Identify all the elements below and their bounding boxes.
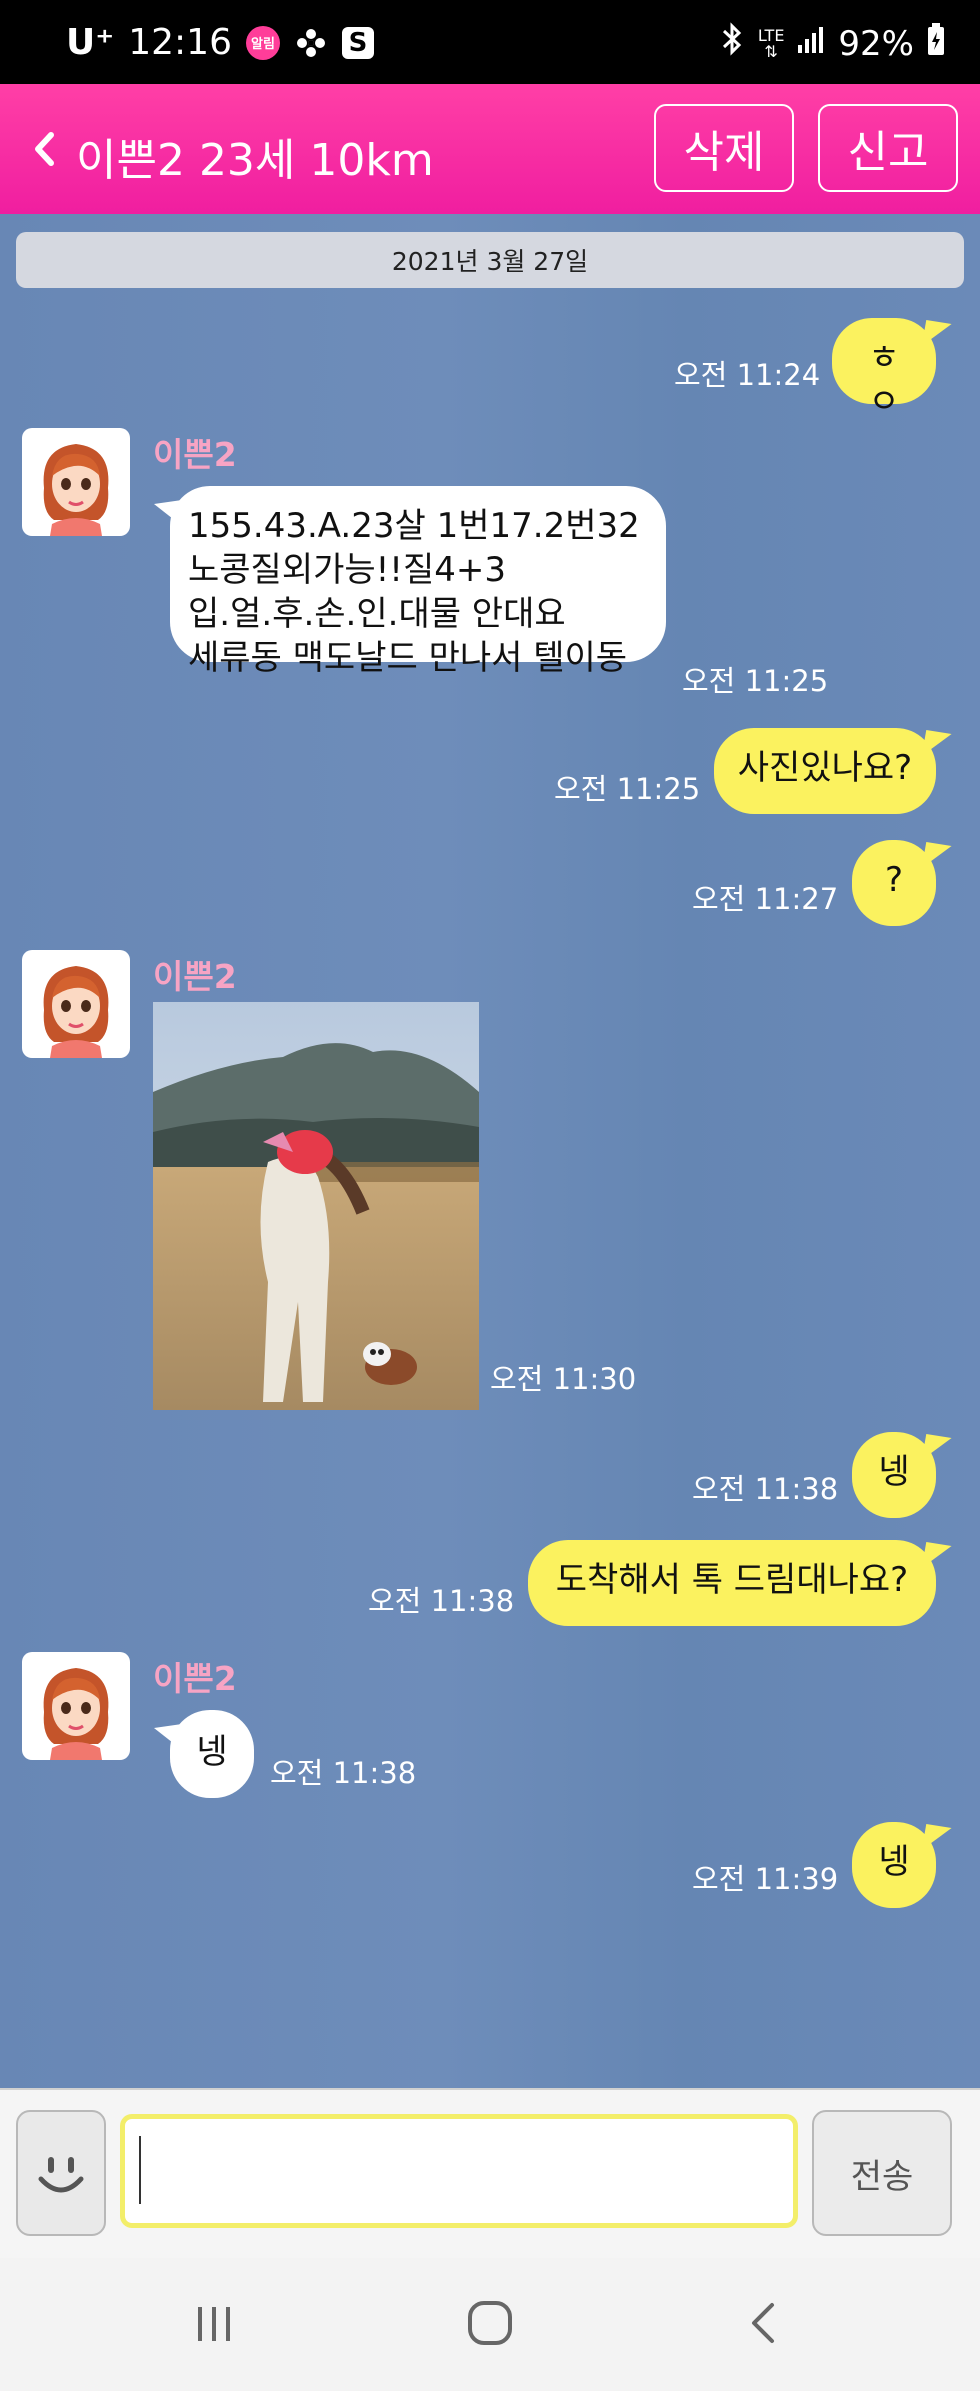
message-line: 노콩질외가능!!질4+3 xyxy=(188,550,506,590)
report-button[interactable]: 신고 xyxy=(818,104,958,192)
pinwheel-icon xyxy=(294,26,328,60)
message-line: 세류동 맥도날드 만나서 텔이동 xyxy=(188,638,628,678)
message-input-bar: 전송 xyxy=(0,2088,980,2258)
lte-icon: LTE ⇅ xyxy=(758,27,785,61)
their-message-bubble[interactable]: 155.43.A.23살 1번17.2번32 노콩질외가능!!질4+3 입.얼.… xyxy=(154,486,666,678)
my-message-bubble[interactable]: 도착해서 톡 드림대나요? xyxy=(528,1540,936,1626)
signal-icon xyxy=(796,24,826,64)
message-time: 오전 11:38 xyxy=(270,1756,417,1790)
status-bar-right: LTE ⇅ 92% xyxy=(718,22,946,65)
app-notification-icon: 알림 xyxy=(245,25,280,60)
message-time: 오전 11:27 xyxy=(692,882,839,916)
status-bar-left: U⁺ 12:16 알림 S xyxy=(66,22,374,63)
message-time: 오전 11:25 xyxy=(554,772,701,806)
message-time: 오전 11:30 xyxy=(490,1362,637,1396)
my-message-bubble[interactable]: ㅎㅇ xyxy=(832,318,936,422)
chevron-left-icon xyxy=(35,132,54,166)
back-button[interactable] xyxy=(24,124,64,174)
message-input[interactable] xyxy=(120,2114,798,2228)
back-nav-button[interactable] xyxy=(724,2288,804,2358)
android-nav-bar xyxy=(0,2258,980,2391)
chat-title: 이쁜2 23세 10km xyxy=(76,135,434,186)
sender-name: 이쁜2 xyxy=(153,435,237,474)
photo-image xyxy=(153,1002,479,1410)
girl-avatar-icon xyxy=(43,966,109,1058)
text-cursor xyxy=(139,2136,141,2204)
avatar[interactable] xyxy=(22,1652,130,1760)
clock: 12:16 xyxy=(128,22,232,63)
chat-area[interactable]: 2021년 3월 27일 오전 11:24 ㅎㅇ 이쁜2 155.43.A.23… xyxy=(0,214,980,2088)
recent-apps-icon xyxy=(198,2307,230,2341)
recent-apps-button[interactable] xyxy=(174,2288,254,2358)
date-divider: 2021년 3월 27일 xyxy=(16,232,964,288)
message-time: 오전 11:38 xyxy=(692,1472,839,1506)
my-message-bubble[interactable]: 사진있나요? xyxy=(714,728,936,814)
home-button[interactable] xyxy=(450,2288,530,2358)
battery-icon xyxy=(926,22,946,65)
avatar[interactable] xyxy=(22,428,130,536)
s-app-icon: S xyxy=(341,26,374,59)
home-icon xyxy=(468,2301,512,2345)
message-time: 오전 11:39 xyxy=(692,1862,839,1896)
photo-message[interactable] xyxy=(153,1002,479,1410)
status-bar: U⁺ 12:16 알림 S LTE ⇅ 92% xyxy=(0,0,980,84)
their-message-bubble[interactable]: 넹 xyxy=(154,1710,254,1798)
avatar[interactable] xyxy=(22,950,130,1058)
message-line: 입.얼.후.손.인.대물 안대요 xyxy=(188,594,566,634)
message-line: 155.43.A.23살 1번17.2번32 xyxy=(188,506,640,546)
message-time: 오전 11:38 xyxy=(368,1584,515,1618)
carrier-label: U⁺ xyxy=(66,22,115,63)
back-nav-icon xyxy=(752,2303,774,2343)
battery-percent: 92% xyxy=(838,23,914,64)
my-message-bubble[interactable]: 넹 xyxy=(852,1822,936,1908)
delete-button[interactable]: 삭제 xyxy=(654,104,794,192)
girl-avatar-icon xyxy=(43,444,109,536)
girl-avatar-icon xyxy=(43,1668,109,1760)
sender-name: 이쁜2 xyxy=(153,1659,237,1698)
message-time: 오전 11:24 xyxy=(674,358,821,392)
my-message-bubble[interactable]: 넹 xyxy=(852,1432,936,1518)
data-arrows: ⇅ xyxy=(764,41,778,61)
emoji-button[interactable] xyxy=(16,2110,106,2236)
chat-header: 이쁜2 23세 10km 삭제 신고 xyxy=(0,84,980,214)
sender-name: 이쁜2 xyxy=(153,957,237,996)
bluetooth-icon xyxy=(718,22,746,65)
my-message-bubble[interactable]: ? xyxy=(852,840,936,926)
send-button[interactable]: 전송 xyxy=(812,2110,952,2236)
smiley-icon xyxy=(38,2157,84,2193)
message-time: 오전 11:25 xyxy=(682,664,829,698)
